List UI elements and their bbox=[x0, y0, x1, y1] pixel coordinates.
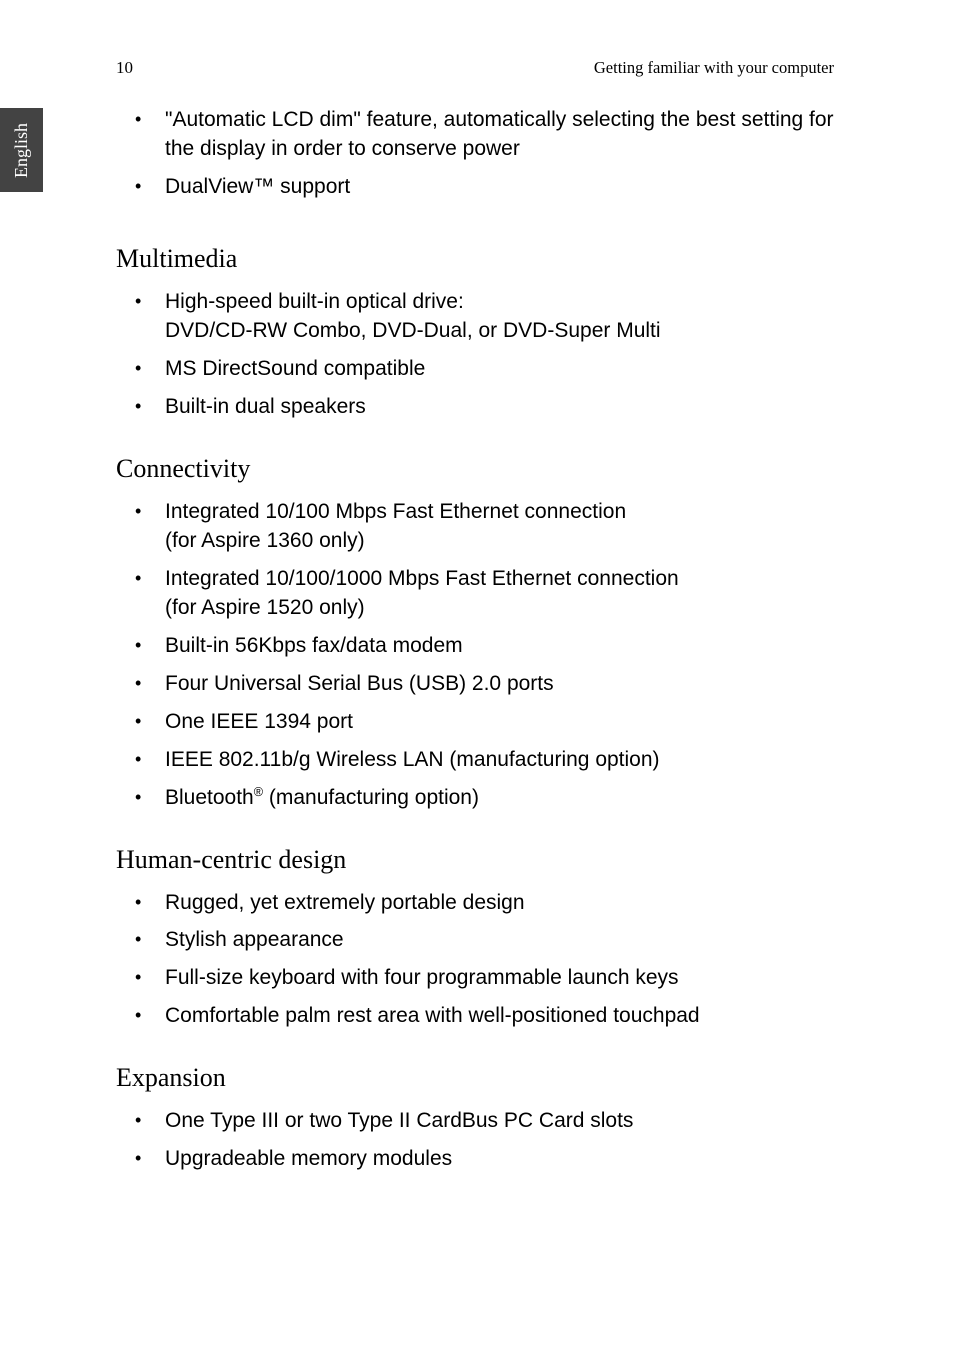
list-item-text: Bluetooth® (manufacturing option) bbox=[165, 784, 834, 813]
main-content: •"Automatic LCD dim" feature, automatica… bbox=[116, 106, 834, 1183]
section-heading: Connectivity bbox=[116, 454, 834, 484]
section-heading: Human-centric design bbox=[116, 845, 834, 875]
list-item: •Integrated 10/100/1000 Mbps Fast Ethern… bbox=[116, 565, 834, 623]
section-heading: Expansion bbox=[116, 1063, 834, 1093]
language-tab: English bbox=[0, 108, 43, 192]
bullet-icon: • bbox=[116, 1002, 165, 1031]
list-item-text: Integrated 10/100/1000 Mbps Fast Etherne… bbox=[165, 565, 834, 623]
bullet-icon: • bbox=[116, 288, 165, 346]
list-item: •One Type III or two Type II CardBus PC … bbox=[116, 1107, 834, 1136]
list-item: •Rugged, yet extremely portable design bbox=[116, 889, 834, 918]
bullet-icon: • bbox=[116, 393, 165, 422]
bullet-icon: • bbox=[116, 498, 165, 556]
list-item-text: Full-size keyboard with four programmabl… bbox=[165, 964, 834, 993]
list-item-text: Upgradeable memory modules bbox=[165, 1145, 834, 1174]
bullet-icon: • bbox=[116, 565, 165, 623]
list-item-text: Rugged, yet extremely portable design bbox=[165, 889, 834, 918]
list-item: •Stylish appearance bbox=[116, 926, 834, 955]
section-list: •High-speed built-in optical drive:DVD/C… bbox=[116, 288, 834, 422]
language-tab-label: English bbox=[11, 122, 32, 177]
list-item: •High-speed built-in optical drive:DVD/C… bbox=[116, 288, 834, 346]
list-item: •Integrated 10/100 Mbps Fast Ethernet co… bbox=[116, 498, 834, 556]
section-list: •Rugged, yet extremely portable design•S… bbox=[116, 889, 834, 1032]
list-item-text: Comfortable palm rest area with well-pos… bbox=[165, 1002, 834, 1031]
list-item: •Built-in 56Kbps fax/data modem bbox=[116, 632, 834, 661]
list-item-text: High-speed built-in optical drive:DVD/CD… bbox=[165, 288, 834, 346]
bullet-icon: • bbox=[116, 708, 165, 737]
bullet-icon: • bbox=[116, 746, 165, 775]
bullet-icon: • bbox=[116, 173, 165, 202]
section-list: •One Type III or two Type II CardBus PC … bbox=[116, 1107, 834, 1174]
page-number: 10 bbox=[116, 58, 133, 78]
list-item-text: DualView™ support bbox=[165, 173, 834, 202]
bullet-icon: • bbox=[116, 926, 165, 955]
list-item: •MS DirectSound compatible bbox=[116, 355, 834, 384]
top-list: •"Automatic LCD dim" feature, automatica… bbox=[116, 106, 834, 202]
list-item-text: Stylish appearance bbox=[165, 926, 834, 955]
bullet-icon: • bbox=[116, 355, 165, 384]
bullet-icon: • bbox=[116, 670, 165, 699]
list-item: •Bluetooth® (manufacturing option) bbox=[116, 784, 834, 813]
list-item-text: One IEEE 1394 port bbox=[165, 708, 834, 737]
list-item: •DualView™ support bbox=[116, 173, 834, 202]
section-heading: Multimedia bbox=[116, 244, 834, 274]
bullet-icon: • bbox=[116, 784, 165, 813]
bullet-icon: • bbox=[116, 1145, 165, 1174]
section-list: •Integrated 10/100 Mbps Fast Ethernet co… bbox=[116, 498, 834, 813]
list-item-text: Built-in dual speakers bbox=[165, 393, 834, 422]
bullet-icon: • bbox=[116, 964, 165, 993]
list-item-text: Four Universal Serial Bus (USB) 2.0 port… bbox=[165, 670, 834, 699]
list-item-text: "Automatic LCD dim" feature, automatical… bbox=[165, 106, 834, 164]
bullet-icon: • bbox=[116, 632, 165, 661]
bullet-icon: • bbox=[116, 889, 165, 918]
list-item-text: Built-in 56Kbps fax/data modem bbox=[165, 632, 834, 661]
header-text: Getting familiar with your computer bbox=[594, 58, 834, 78]
bullet-icon: • bbox=[116, 106, 165, 164]
list-item: •One IEEE 1394 port bbox=[116, 708, 834, 737]
list-item-text: IEEE 802.11b/g Wireless LAN (manufacturi… bbox=[165, 746, 834, 775]
bullet-icon: • bbox=[116, 1107, 165, 1136]
list-item-text: MS DirectSound compatible bbox=[165, 355, 834, 384]
list-item: •Full-size keyboard with four programmab… bbox=[116, 964, 834, 993]
list-item: •Upgradeable memory modules bbox=[116, 1145, 834, 1174]
list-item: •IEEE 802.11b/g Wireless LAN (manufactur… bbox=[116, 746, 834, 775]
list-item-text: Integrated 10/100 Mbps Fast Ethernet con… bbox=[165, 498, 834, 556]
list-item-text: One Type III or two Type II CardBus PC C… bbox=[165, 1107, 834, 1136]
list-item: •"Automatic LCD dim" feature, automatica… bbox=[116, 106, 834, 164]
list-item: •Comfortable palm rest area with well-po… bbox=[116, 1002, 834, 1031]
list-item: •Built-in dual speakers bbox=[116, 393, 834, 422]
list-item: •Four Universal Serial Bus (USB) 2.0 por… bbox=[116, 670, 834, 699]
